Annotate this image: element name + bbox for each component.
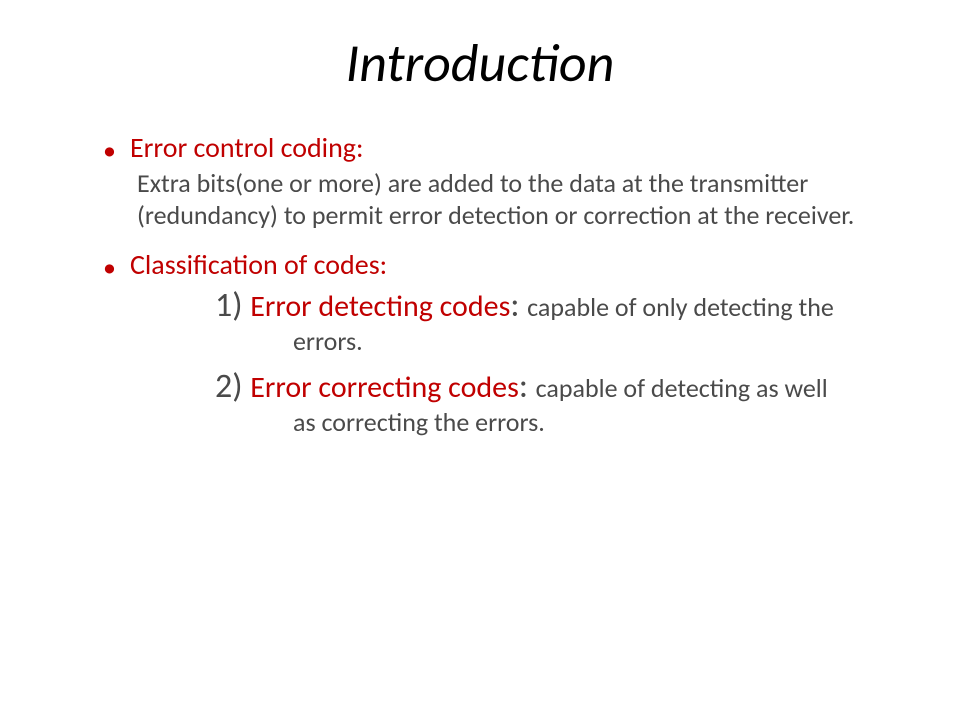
bullet-item-2: • Classification of codes: [103, 248, 875, 283]
bullet-2-label: Classification of codes: [130, 248, 387, 282]
bullet-1-label: Error control coding: [130, 131, 364, 165]
numbered-item-1: 1) Error detecting codes: capable of onl… [215, 285, 855, 358]
bullet-item-1: • Error control coding: [103, 131, 875, 166]
page-title: Introduction [85, 30, 875, 96]
item-2-term: Error correcting codes [250, 369, 519, 406]
item-1-term: Error detecting codes [250, 288, 510, 325]
numbered-item-2: 2) Error correcting codes: capable of de… [215, 366, 855, 439]
bullet-1-body: Extra bits(one or more) are added to the… [137, 168, 865, 231]
item-2-number: 2) [215, 366, 250, 407]
item-1-colon: : [510, 285, 527, 326]
slide: Introduction • Error control coding: Ext… [0, 0, 960, 720]
content-body: • Error control coding: Extra bits(one o… [85, 131, 875, 439]
bullet-icon: • [103, 252, 116, 283]
item-2-colon: : [519, 366, 536, 407]
item-1-number: 1) [215, 285, 250, 326]
bullet-icon: • [103, 135, 116, 166]
